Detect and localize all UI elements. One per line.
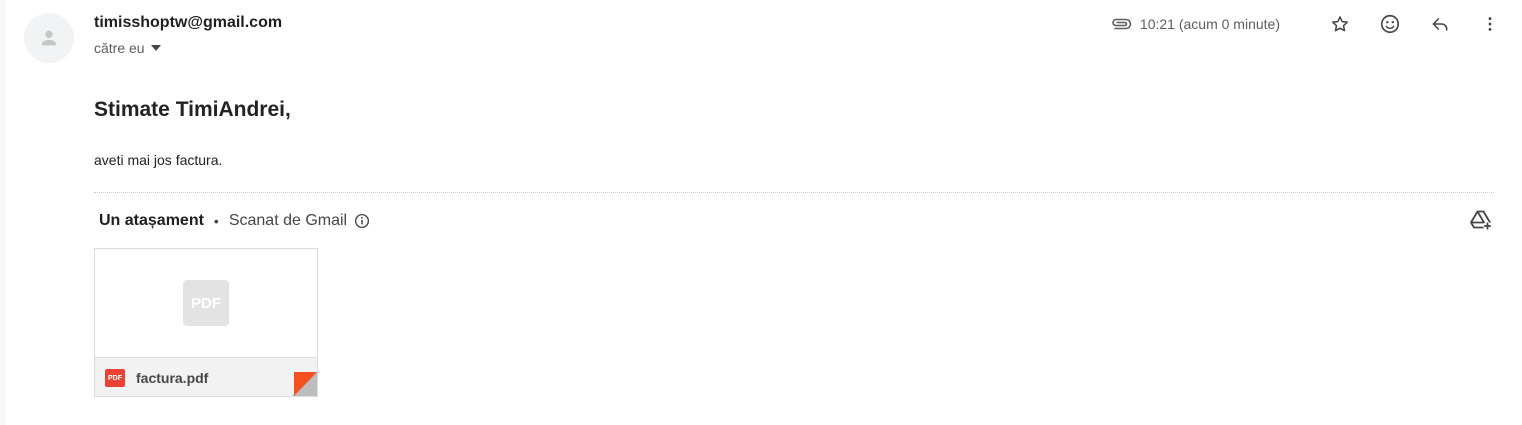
add-to-drive-button[interactable] bbox=[1468, 207, 1494, 233]
add-to-drive-icon bbox=[1470, 210, 1492, 231]
attachments-divider bbox=[94, 192, 1494, 193]
attachments-header: Un atașament • Scanat de Gmail bbox=[99, 210, 371, 232]
separator-dot: • bbox=[213, 213, 219, 229]
person-icon bbox=[41, 30, 57, 46]
more-options-button[interactable] bbox=[1478, 12, 1502, 36]
attachments-count: Un atașament bbox=[99, 212, 204, 229]
star-icon bbox=[1332, 16, 1348, 32]
smiley-icon bbox=[1380, 14, 1400, 34]
star-button[interactable] bbox=[1328, 12, 1352, 36]
reply-icon bbox=[1432, 18, 1448, 31]
left-rail bbox=[0, 0, 6, 425]
message-header-actions: 10:21 (acum 0 minute) bbox=[1110, 10, 1502, 38]
pdf-placeholder-label: PDF bbox=[191, 294, 221, 312]
scanned-label: Scanat de Gmail bbox=[228, 212, 348, 229]
sender-avatar[interactable] bbox=[24, 13, 74, 63]
caret-down-icon bbox=[150, 45, 161, 51]
info-icon[interactable] bbox=[353, 212, 371, 230]
attachment-filename: factura.pdf bbox=[136, 370, 209, 386]
attachment-preview[interactable]: PDF bbox=[95, 249, 317, 357]
recipient-label: către eu bbox=[94, 40, 145, 56]
recipient-details-toggle[interactable]: către eu bbox=[94, 40, 161, 56]
pdf-file-icon: PDF bbox=[105, 369, 125, 387]
pdf-placeholder-icon: PDF bbox=[183, 280, 229, 326]
paperclip-icon bbox=[1110, 17, 1132, 31]
more-vert-icon bbox=[1488, 17, 1492, 31]
attachment-card[interactable]: PDF PDF factura.pdf bbox=[94, 248, 318, 397]
add-reaction-button[interactable] bbox=[1378, 12, 1402, 36]
reply-button[interactable] bbox=[1428, 12, 1452, 36]
pdf-badge-label: PDF bbox=[108, 374, 122, 382]
email-greeting: Stimate TimiAndrei, bbox=[94, 98, 291, 121]
corner-fold-icon bbox=[292, 372, 317, 396]
email-body-text: aveti mai jos factura. bbox=[94, 152, 223, 168]
message-time: 10:21 (acum 0 minute) bbox=[1139, 16, 1280, 32]
sender-email[interactable]: timisshoptw@gmail.com bbox=[94, 14, 282, 32]
